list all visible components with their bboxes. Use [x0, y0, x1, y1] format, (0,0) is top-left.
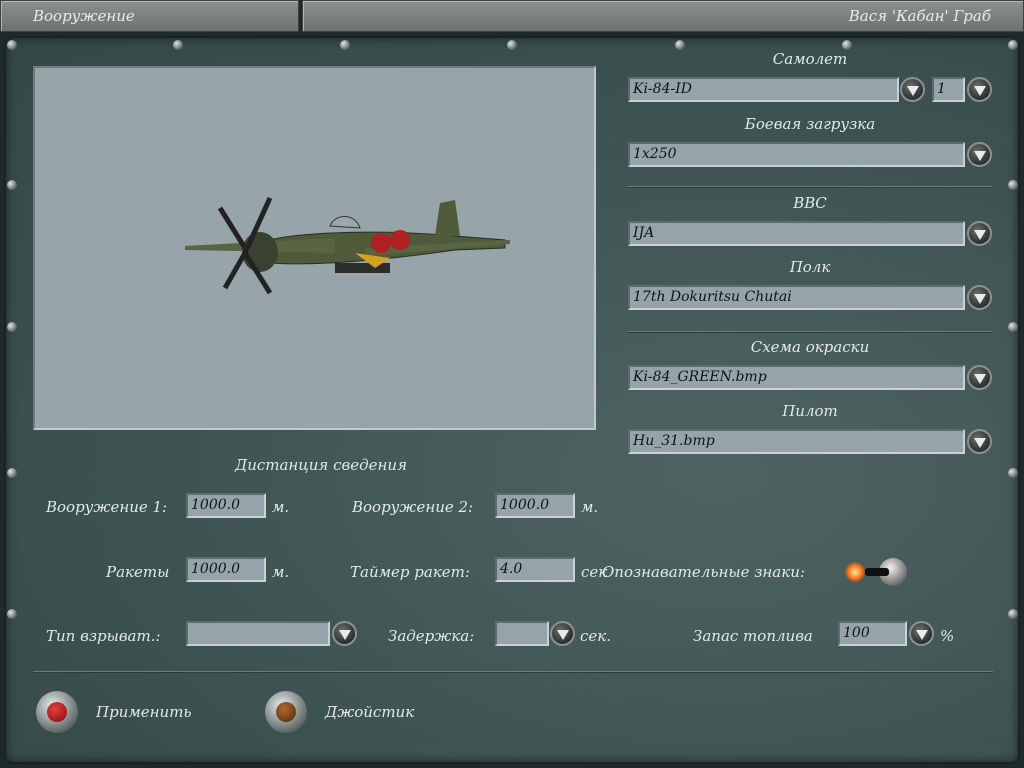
fuel-label: Запас топлива: [693, 627, 813, 645]
joystick-label[interactable]: Джойстик: [325, 703, 414, 721]
delay-label: Задержка:: [388, 627, 475, 645]
convergence-title: Дистанция сведения: [235, 456, 407, 474]
rivet-icon: [1008, 609, 1018, 619]
joystick-button[interactable]: [265, 691, 307, 733]
pilot-select[interactable]: Hu_31.bmp: [628, 429, 965, 454]
air-force-select[interactable]: IJA: [628, 221, 965, 246]
regiment-select[interactable]: 17th Dokuritsu Chutai: [628, 285, 965, 310]
rivet-icon: [340, 40, 350, 50]
red-light-icon: [47, 702, 67, 722]
delay-unit: сек.: [580, 627, 612, 645]
fuze-label: Тип взрыват.:: [46, 627, 161, 645]
rivet-icon: [7, 180, 17, 190]
weapon2-label: Вооружение 2:: [352, 498, 474, 516]
toggle-light-icon: [845, 562, 865, 582]
regiment-label: Полк: [789, 258, 831, 276]
divider: [628, 186, 992, 188]
fuel-dropdown-button[interactable]: [909, 621, 934, 646]
loadout-label: Боевая загрузка: [744, 115, 876, 133]
rivet-icon: [842, 40, 852, 50]
skin-dropdown-button[interactable]: [967, 365, 992, 390]
rocket-timer-label: Таймер ракет:: [350, 563, 470, 581]
fuze-select[interactable]: [186, 621, 330, 646]
regiment-dropdown-button[interactable]: [967, 285, 992, 310]
delay-dropdown-button[interactable]: [550, 621, 575, 646]
rivet-icon: [7, 322, 17, 332]
rockets-unit: м.: [272, 563, 290, 581]
rivet-icon: [7, 609, 17, 619]
amber-light-icon: [276, 702, 296, 722]
rockets-label: Ракеты: [106, 563, 170, 581]
weapon2-unit: м.: [581, 498, 599, 516]
aircraft-label: Самолет: [772, 50, 848, 68]
aircraft-preview[interactable]: [33, 66, 596, 430]
weapon2-input[interactable]: 1000.0: [495, 493, 575, 518]
rivet-icon: [173, 40, 183, 50]
apply-button[interactable]: [36, 691, 78, 733]
pilot-name: Вася 'Кабан' Граб: [848, 7, 991, 25]
aircraft-dropdown-button[interactable]: [900, 77, 925, 102]
apply-label[interactable]: Применить: [96, 703, 192, 721]
weapon1-label: Вооружение 1:: [46, 498, 168, 516]
fuze-dropdown-button[interactable]: [332, 621, 357, 646]
weapon1-input[interactable]: 1000.0: [186, 493, 266, 518]
skin-label: Схема окраски: [750, 338, 870, 356]
divider: [628, 331, 992, 333]
aircraft-model: [185, 196, 510, 295]
skin-select[interactable]: Ki-84_GREEN.bmp: [628, 365, 965, 390]
markings-label: Опознавательные знаки:: [602, 563, 805, 581]
rivet-icon: [1008, 322, 1018, 332]
aircraft-count-dropdown-button[interactable]: [967, 77, 992, 102]
divider: [33, 671, 993, 673]
pilot-dropdown-button[interactable]: [967, 429, 992, 454]
rivet-icon: [7, 40, 17, 50]
air-force-label: ВВС: [793, 194, 827, 212]
pilot-name-bar: Вася 'Кабан' Граб: [302, 0, 1024, 32]
loadout-select[interactable]: 1x250: [628, 142, 965, 167]
markings-toggle[interactable]: [845, 556, 910, 588]
air-force-dropdown-button[interactable]: [967, 221, 992, 246]
rivet-icon: [7, 468, 17, 478]
rivet-icon: [675, 40, 685, 50]
rivet-icon: [1008, 468, 1018, 478]
screen-title-text: Вооружение: [33, 7, 135, 25]
weapon1-unit: м.: [272, 498, 290, 516]
rivet-icon: [1008, 180, 1018, 190]
delay-select[interactable]: [495, 621, 549, 646]
loadout-dropdown-button[interactable]: [967, 142, 992, 167]
pilot-label: Пилот: [782, 402, 838, 420]
rockets-input[interactable]: 1000.0: [186, 557, 266, 582]
rivet-icon: [1008, 40, 1018, 50]
fuel-select[interactable]: 100: [838, 621, 907, 646]
fuel-unit: %: [940, 627, 955, 645]
screen-title: Вооружение: [0, 0, 299, 32]
rivet-icon: [507, 40, 517, 50]
rocket-timer-input[interactable]: 4.0: [495, 557, 575, 582]
aircraft-select[interactable]: Ki-84-ID: [628, 77, 899, 102]
aircraft-count-select[interactable]: 1: [932, 77, 965, 102]
